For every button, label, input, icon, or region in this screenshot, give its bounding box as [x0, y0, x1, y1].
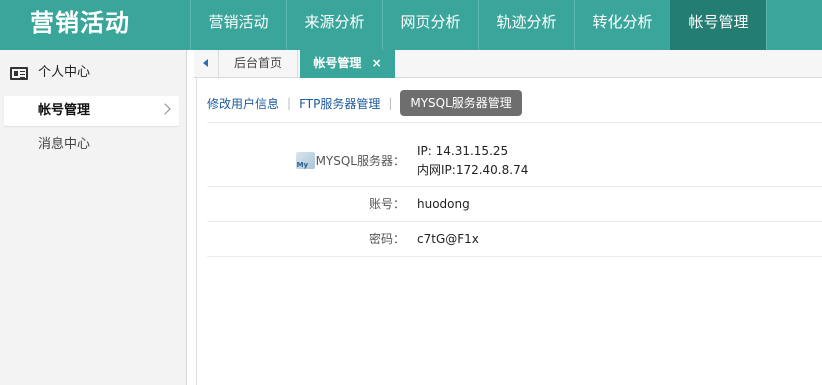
- close-icon[interactable]: ×: [372, 56, 382, 70]
- server-info-table: MYSQL服务器： IP: 14.31.15.25 内网IP:172.40.8.…: [207, 138, 822, 257]
- main-content: 修改用户信息 | FTP服务器管理 | MYSQL服务器管理 MYSQL服务器：…: [196, 78, 822, 385]
- server-row: MYSQL服务器： IP: 14.31.15.25 内网IP:172.40.8.…: [207, 138, 822, 187]
- tab-account-management[interactable]: 帐号管理 ×: [300, 50, 395, 78]
- main-nav: 营销活动 来源分析 网页分析 轨迹分析 转化分析 帐号管理: [190, 0, 767, 50]
- sidebar: 个人中心 帐号管理 消息中心: [0, 50, 187, 385]
- sidebar-section-title: 个人中心: [38, 65, 91, 80]
- nav-item-track-analysis[interactable]: 轨迹分析: [478, 0, 574, 50]
- nav-item-source-analysis[interactable]: 来源分析: [286, 0, 382, 50]
- top-bar: 营销活动 营销活动 来源分析 网页分析 轨迹分析 转化分析 帐号管理: [0, 0, 822, 50]
- triangle-left-icon[interactable]: [194, 50, 219, 77]
- password-label: 密码：: [368, 232, 405, 246]
- mysql-server-management-button[interactable]: MYSQL服务器管理: [400, 90, 522, 116]
- sidebar-section-header: 个人中心: [0, 50, 186, 96]
- sidebar-item-message-center[interactable]: 消息中心: [0, 130, 179, 160]
- nav-item-conversion-analysis[interactable]: 转化分析: [574, 0, 670, 50]
- ftp-server-management-link[interactable]: FTP服务器管理: [299, 95, 380, 112]
- server-ip: IP: 14.31.15.25: [417, 144, 509, 158]
- chevron-right-icon: [159, 103, 171, 115]
- nav-item-page-analysis[interactable]: 网页分析: [382, 0, 478, 50]
- tab-label: 后台首页: [233, 56, 282, 70]
- sub-navigation: 修改用户信息 | FTP服务器管理 | MYSQL服务器管理: [207, 90, 522, 116]
- tab-label: 帐号管理: [313, 56, 362, 70]
- subnav-separator: |: [287, 96, 292, 110]
- id-card-icon: [10, 66, 28, 80]
- server-label: MYSQL服务器：: [315, 153, 405, 168]
- sidebar-item-label: 帐号管理: [38, 103, 91, 118]
- divider: [207, 122, 822, 123]
- app-title: 营销活动: [30, 9, 130, 37]
- edit-user-info-link[interactable]: 修改用户信息: [207, 95, 279, 112]
- tab-home[interactable]: 后台首页: [219, 50, 298, 77]
- account-value: huodong: [417, 197, 470, 211]
- server-internal-ip: 内网IP:172.40.8.74: [417, 163, 529, 177]
- subnav-separator: |: [388, 96, 393, 110]
- server-value-cell: IP: 14.31.15.25 内网IP:172.40.8.74: [417, 138, 528, 186]
- nav-item-account-management[interactable]: 帐号管理: [670, 0, 766, 50]
- password-value: c7tG@F1x: [417, 232, 479, 246]
- account-row: 账号： huodong: [207, 187, 822, 222]
- account-label: 账号：: [368, 197, 405, 211]
- server-label-cell: MYSQL服务器：: [207, 138, 417, 182]
- nav-divider: [766, 0, 767, 50]
- password-row: 密码： c7tG@F1x: [207, 222, 822, 257]
- tab-strip: 后台首页 帐号管理 ×: [194, 50, 822, 78]
- nav-item-marketing[interactable]: 营销活动: [190, 0, 286, 50]
- sidebar-item-account-management[interactable]: 帐号管理: [4, 96, 179, 126]
- mysql-logo-icon: [295, 151, 315, 169]
- sidebar-item-label: 消息中心: [38, 137, 91, 152]
